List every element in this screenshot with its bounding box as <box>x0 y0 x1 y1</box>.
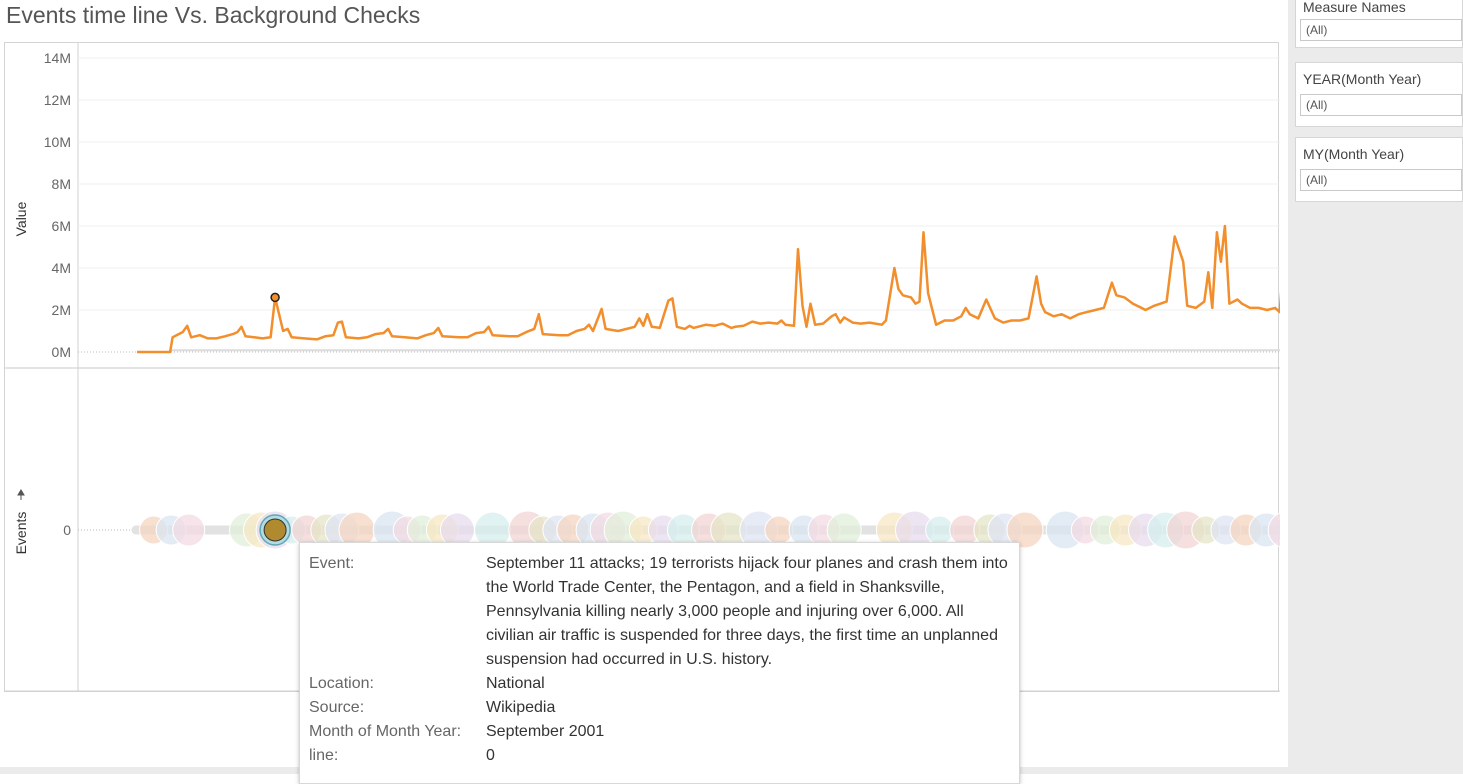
event-bubble <box>172 513 206 547</box>
tooltip-label: Month of Month Year: <box>309 723 462 740</box>
y-tick-label: 0 <box>63 522 71 538</box>
y-tick-label: 2M <box>52 302 71 318</box>
event-bubble-selected <box>263 518 287 542</box>
y-axis-title: Value <box>13 201 29 236</box>
filter-year-month-year[interactable]: YEAR(Month Year) (All) <box>1295 62 1463 127</box>
filter-title: MY(Month Year) <box>1303 146 1405 162</box>
tooltip-value: Wikipedia <box>486 699 556 716</box>
filter-measure-names[interactable]: Measure Names (All) <box>1295 0 1463 48</box>
pin-icon <box>17 489 25 500</box>
y-tick-label: 12M <box>44 92 71 108</box>
tooltip-label: line: <box>309 747 339 764</box>
page-title: Events time line Vs. Background Checks <box>6 2 421 28</box>
y-tick-label: 8M <box>52 176 71 192</box>
filter-dropdown[interactable]: (All) <box>1300 94 1462 116</box>
tooltip-label: Location: <box>309 675 374 692</box>
series-line <box>137 224 1280 354</box>
highlight-point <box>270 292 280 303</box>
y-tick-label: 6M <box>52 218 71 234</box>
filter-title: YEAR(Month Year) <box>1303 71 1422 87</box>
y-tick-label: 10M <box>44 134 71 150</box>
y-tick-label: 14M <box>44 50 71 66</box>
tooltip-label: Source: <box>309 699 365 716</box>
y-tick-label: 4M <box>52 260 71 276</box>
filter-dropdown[interactable]: (All) <box>1300 19 1462 41</box>
tooltip: Event: September 11 attacks; 19 terroris… <box>299 542 1020 784</box>
tooltip-label: Event: <box>309 555 355 572</box>
tooltip-value: 0 <box>486 747 495 764</box>
y-tick-label: 0M <box>52 344 71 360</box>
series-line-faded <box>171 349 1280 352</box>
filter-dropdown[interactable]: (All) <box>1300 169 1462 191</box>
y-axis-title: Events <box>13 512 29 555</box>
tooltip-value: September 2001 <box>486 723 605 740</box>
filter-title: Measure Names <box>1303 0 1406 15</box>
tooltip-value: National <box>486 675 545 692</box>
filter-my-month-year[interactable]: MY(Month Year) (All) <box>1295 137 1463 202</box>
tooltip-value: September 11 attacks; 19 terrorists hija… <box>486 555 1008 668</box>
